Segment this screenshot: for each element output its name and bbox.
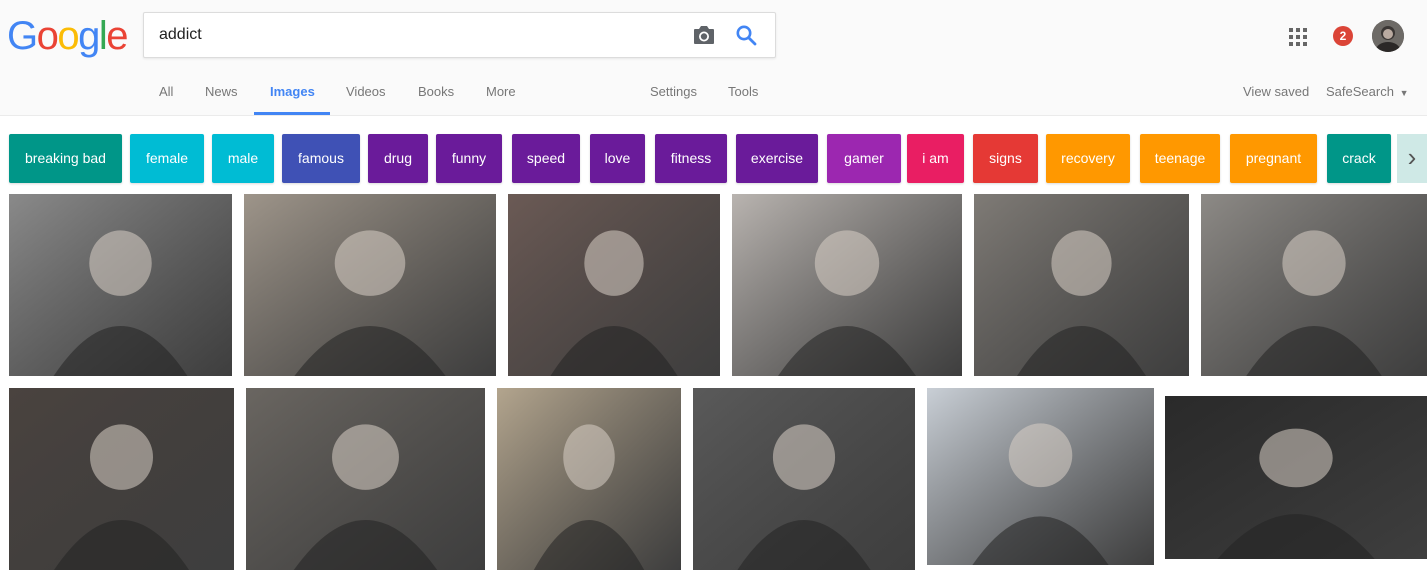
tab-more[interactable]: More xyxy=(486,84,516,99)
logo-letter: e xyxy=(106,14,128,58)
image-result[interactable] xyxy=(9,194,232,376)
chip-speed[interactable]: speed xyxy=(512,134,580,183)
chip-male[interactable]: male xyxy=(212,134,274,183)
logo-letter: g xyxy=(78,14,100,58)
view-saved-link[interactable]: View saved xyxy=(1243,84,1309,99)
chip-signs[interactable]: signs xyxy=(973,134,1038,183)
chip-exercise[interactable]: exercise xyxy=(736,134,818,183)
tab-videos[interactable]: Videos xyxy=(346,84,386,99)
tab-news[interactable]: News xyxy=(205,84,238,99)
image-result[interactable] xyxy=(974,194,1189,376)
chip-drug[interactable]: drug xyxy=(368,134,428,183)
chip-pregnant[interactable]: pregnant xyxy=(1230,134,1317,183)
image-result[interactable] xyxy=(732,194,962,376)
image-result[interactable] xyxy=(927,388,1154,565)
chevron-right-icon[interactable]: › xyxy=(1397,134,1427,183)
chip-i-am[interactable]: i am xyxy=(907,134,964,183)
chip-breaking-bad[interactable]: breaking bad xyxy=(9,134,122,183)
chip-recovery[interactable]: recovery xyxy=(1046,134,1130,183)
chip-crack[interactable]: crack xyxy=(1327,134,1391,183)
chip-love[interactable]: love xyxy=(590,134,645,183)
chip-gamer[interactable]: gamer xyxy=(827,134,901,183)
apps-grid-icon[interactable] xyxy=(1288,27,1308,47)
logo-letter: o xyxy=(36,14,59,58)
tab-books[interactable]: Books xyxy=(418,84,454,99)
google-logo[interactable]: Google xyxy=(7,14,128,58)
image-result[interactable] xyxy=(244,194,496,376)
tab-all[interactable]: All xyxy=(159,84,173,99)
related-search-chips: breaking bad female male famous drug funny spe… xyxy=(0,134,1427,184)
chip-fitness[interactable]: fitness xyxy=(655,134,727,183)
active-tab-indicator xyxy=(254,112,330,115)
image-result[interactable] xyxy=(693,388,915,570)
search-icon[interactable] xyxy=(734,23,758,47)
header: Google 2 xyxy=(0,0,1427,116)
safesearch-menu[interactable]: SafeSearch ▼ xyxy=(1326,84,1408,99)
image-result[interactable] xyxy=(9,388,234,570)
logo-letter: G xyxy=(7,14,38,58)
image-result[interactable] xyxy=(1165,396,1427,559)
chip-famous[interactable]: famous xyxy=(282,134,360,183)
caret-down-icon: ▼ xyxy=(1399,88,1409,98)
tab-settings[interactable]: Settings xyxy=(650,84,697,99)
camera-icon[interactable] xyxy=(692,24,716,46)
chip-teenage[interactable]: teenage xyxy=(1140,134,1220,183)
logo-letter: l xyxy=(98,14,108,58)
logo-letter: o xyxy=(57,14,79,58)
safesearch-label: SafeSearch xyxy=(1326,84,1394,99)
chip-funny[interactable]: funny xyxy=(436,134,502,183)
avatar[interactable] xyxy=(1372,20,1404,52)
image-result[interactable] xyxy=(1201,194,1427,376)
chip-female[interactable]: female xyxy=(130,134,204,183)
image-result[interactable] xyxy=(497,388,681,570)
search-input[interactable] xyxy=(144,13,684,57)
search-box xyxy=(143,12,776,58)
notification-badge[interactable]: 2 xyxy=(1333,26,1353,46)
image-result[interactable] xyxy=(508,194,720,376)
image-result[interactable] xyxy=(246,388,485,570)
tab-tools[interactable]: Tools xyxy=(728,84,758,99)
tab-images[interactable]: Images xyxy=(270,84,315,99)
